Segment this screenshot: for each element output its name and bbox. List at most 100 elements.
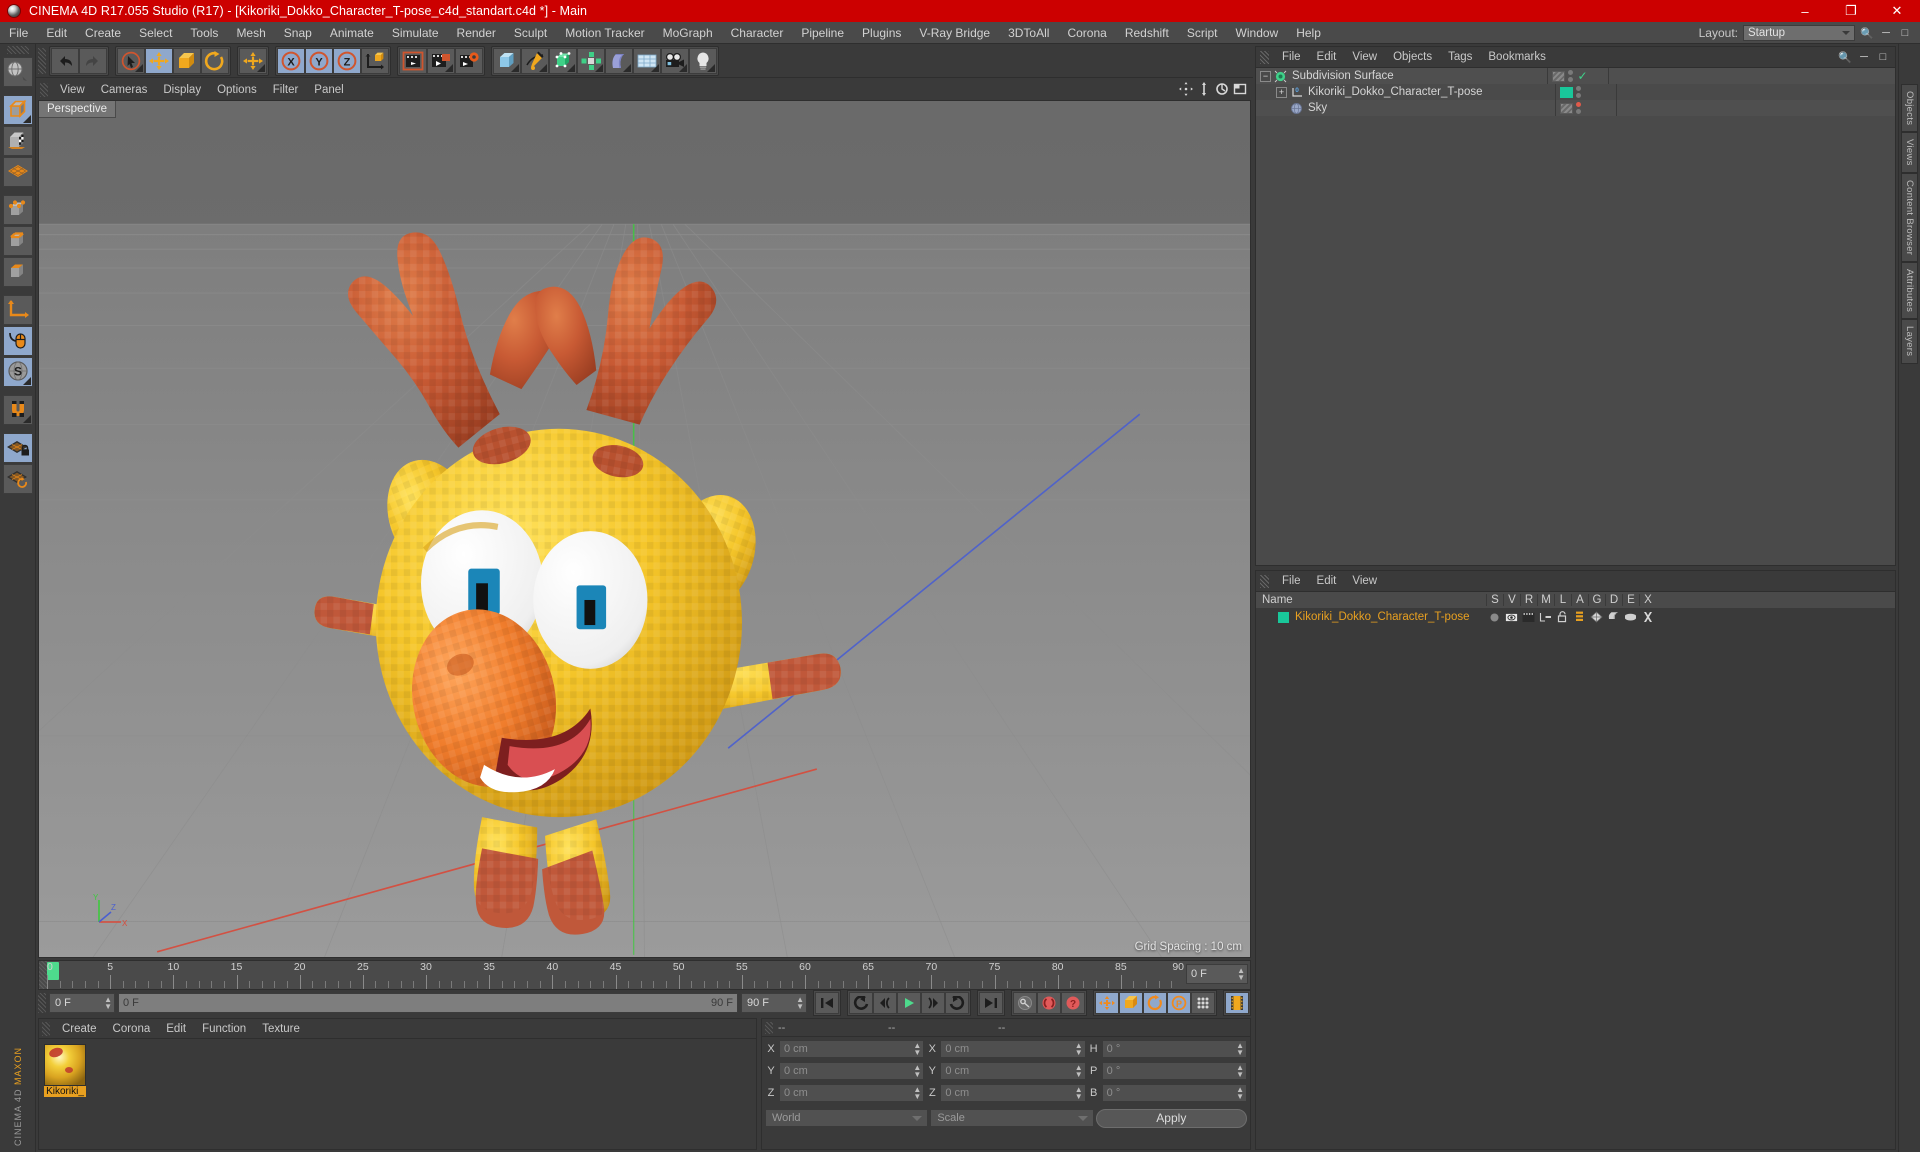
toolbar-grip[interactable]	[38, 47, 46, 74]
layer-column-a[interactable]: A	[1571, 594, 1588, 606]
object-tag-cell[interactable]	[1554, 84, 1617, 100]
spinner-icon[interactable]: ▲ ▼	[1075, 1064, 1083, 1079]
object-menu-edit[interactable]: Edit	[1309, 47, 1345, 67]
layer-menu-grip[interactable]	[1260, 574, 1269, 588]
minimize-panel-icon[interactable]: ─	[1879, 25, 1893, 41]
world-object-coords-button[interactable]	[361, 47, 389, 74]
prev-keyframe-button[interactable]	[849, 992, 873, 1014]
move-tool[interactable]	[145, 47, 173, 74]
edge-tab-attributes[interactable]: Attributes	[1901, 262, 1918, 320]
viewport-menu-display[interactable]: Display	[155, 80, 209, 100]
spinner-icon[interactable]: ▲ ▼	[1236, 1042, 1244, 1057]
apply-button[interactable]: Apply	[1095, 1108, 1247, 1128]
undo-button[interactable]	[51, 47, 79, 74]
viewport-menu-options[interactable]: Options	[209, 80, 265, 100]
object-menu-objects[interactable]: Objects	[1385, 47, 1440, 67]
workplane-button[interactable]	[2, 157, 33, 187]
object-axis-button[interactable]	[2, 295, 33, 325]
layer-color-swatch[interactable]	[1278, 611, 1289, 623]
layer-menu-edit[interactable]: Edit	[1309, 571, 1345, 591]
menu-item-mograph[interactable]: MoGraph	[654, 22, 722, 44]
coord-position-z-field[interactable]: 0 cm ▲ ▼	[779, 1084, 925, 1102]
add-array-button[interactable]	[577, 47, 605, 74]
layer-column-m[interactable]: M	[1537, 594, 1554, 606]
add-generator-button[interactable]	[549, 47, 577, 74]
coord-rotation-b-field[interactable]: 0 ° ▲ ▼	[1101, 1084, 1247, 1102]
add-scene-button[interactable]	[633, 47, 661, 74]
edge-tab-layers[interactable]: Layers	[1901, 319, 1918, 364]
timeline-ruler[interactable]: 0 5 10 15 20 25 30 35 40 45 50 55 60 65 70 75 80 85 90 0 F…	[38, 960, 1251, 990]
editor-visibility-dot[interactable]	[1575, 86, 1581, 91]
edge-tab-objects[interactable]: Objects	[1901, 84, 1918, 133]
minimize-panel-icon[interactable]: ─	[1857, 49, 1871, 65]
visibility-dots[interactable]	[1575, 86, 1581, 98]
menu-item-script[interactable]: Script	[1178, 22, 1227, 44]
viewport-menu-grip[interactable]	[40, 83, 48, 97]
pan-view-icon[interactable]	[1179, 82, 1193, 96]
lock-x-button[interactable]: X	[277, 47, 305, 74]
next-keyframe-button[interactable]	[945, 992, 969, 1014]
render-clapper-icon[interactable]	[1520, 611, 1537, 623]
lock-z-button[interactable]: Z	[333, 47, 361, 74]
menu-item-plugins[interactable]: Plugins	[853, 22, 910, 44]
live-selection-tool[interactable]	[2, 57, 33, 87]
step-forward-frame-button[interactable]	[921, 992, 945, 1014]
parameter-key-button[interactable]: P	[1167, 992, 1191, 1014]
coord-system-dropdown[interactable]: World	[765, 1109, 929, 1127]
search-icon[interactable]: 🔍	[1860, 25, 1874, 41]
render-visibility-dot[interactable]	[1567, 77, 1573, 82]
coord-rotation-h-field[interactable]: 0 ° ▲ ▼	[1101, 1040, 1247, 1058]
menu-item-edit[interactable]: Edit	[37, 22, 76, 44]
layer-menu-view[interactable]: View	[1344, 571, 1385, 591]
add-cube-button[interactable]	[493, 47, 521, 74]
palette-grip[interactable]	[6, 46, 29, 54]
menu-item-pipeline[interactable]: Pipeline	[792, 22, 853, 44]
expand-icon[interactable]: +	[1276, 86, 1287, 98]
redo-button[interactable]	[79, 47, 107, 74]
visibility-off-icon[interactable]	[1559, 102, 1573, 114]
menu-item-3dtoall[interactable]: 3DToAll	[999, 22, 1058, 44]
edges-mode-button[interactable]	[2, 226, 33, 256]
xref-icon[interactable]	[1639, 611, 1656, 623]
enable-axis-button[interactable]	[2, 326, 33, 356]
object-menu-tags[interactable]: Tags	[1440, 47, 1480, 67]
close-panel-icon[interactable]: □	[1876, 49, 1890, 65]
end-frame-field[interactable]: 90 F ▲ ▼	[741, 993, 807, 1013]
autokeying-button[interactable]	[1013, 992, 1037, 1014]
coord-position-x-field[interactable]: 0 cm ▲ ▼	[779, 1040, 925, 1058]
material-menu-grip[interactable]	[42, 1021, 50, 1036]
menu-item-corona[interactable]: Corona	[1058, 22, 1115, 44]
object-tag-cell[interactable]: ✓	[1546, 68, 1609, 84]
material-menu-corona[interactable]: Corona	[105, 1019, 159, 1039]
view-eye-icon[interactable]	[1503, 611, 1520, 623]
render-visibility-dot[interactable]	[1575, 109, 1581, 114]
coord-mode-dropdown[interactable]: Scale	[930, 1109, 1094, 1127]
expression-icon[interactable]	[1622, 611, 1639, 623]
layer-column-s[interactable]: S	[1486, 594, 1503, 606]
menu-item-select[interactable]: Select	[130, 22, 181, 44]
menu-item-sculpt[interactable]: Sculpt	[505, 22, 556, 44]
model-mode-button[interactable]	[2, 95, 33, 125]
soft-selection-button[interactable]: S	[2, 357, 33, 387]
spinner-icon[interactable]: ▲ ▼	[1075, 1042, 1083, 1057]
visibility-off-icon[interactable]	[1551, 70, 1565, 82]
animation-icon[interactable]	[1571, 611, 1588, 623]
layer-column-e[interactable]: E	[1622, 594, 1639, 606]
editor-visibility-dot[interactable]	[1567, 70, 1573, 75]
menu-item-animate[interactable]: Animate	[321, 22, 383, 44]
menu-item-v-ray-bridge[interactable]: V-Ray Bridge	[910, 22, 999, 44]
layer-column-name[interactable]: Name	[1256, 594, 1486, 606]
visibility-dots[interactable]	[1567, 70, 1573, 82]
spinner-icon[interactable]: ▲ ▼	[1237, 967, 1245, 982]
coord-size-x-field[interactable]: 0 cm ▲ ▼	[940, 1040, 1086, 1058]
render-view-button[interactable]	[399, 47, 427, 74]
layer-menu-file[interactable]: File	[1274, 571, 1309, 591]
material-menu-create[interactable]: Create	[54, 1019, 105, 1039]
layer-column-x[interactable]: X	[1639, 594, 1656, 606]
layer-column-g[interactable]: G	[1588, 594, 1605, 606]
layer-column-r[interactable]: R	[1520, 594, 1537, 606]
object-menu-view[interactable]: View	[1344, 47, 1385, 67]
menu-item-tools[interactable]: Tools	[181, 22, 227, 44]
layer-column-v[interactable]: V	[1503, 594, 1520, 606]
layout-dropdown[interactable]: Startup	[1743, 25, 1855, 41]
